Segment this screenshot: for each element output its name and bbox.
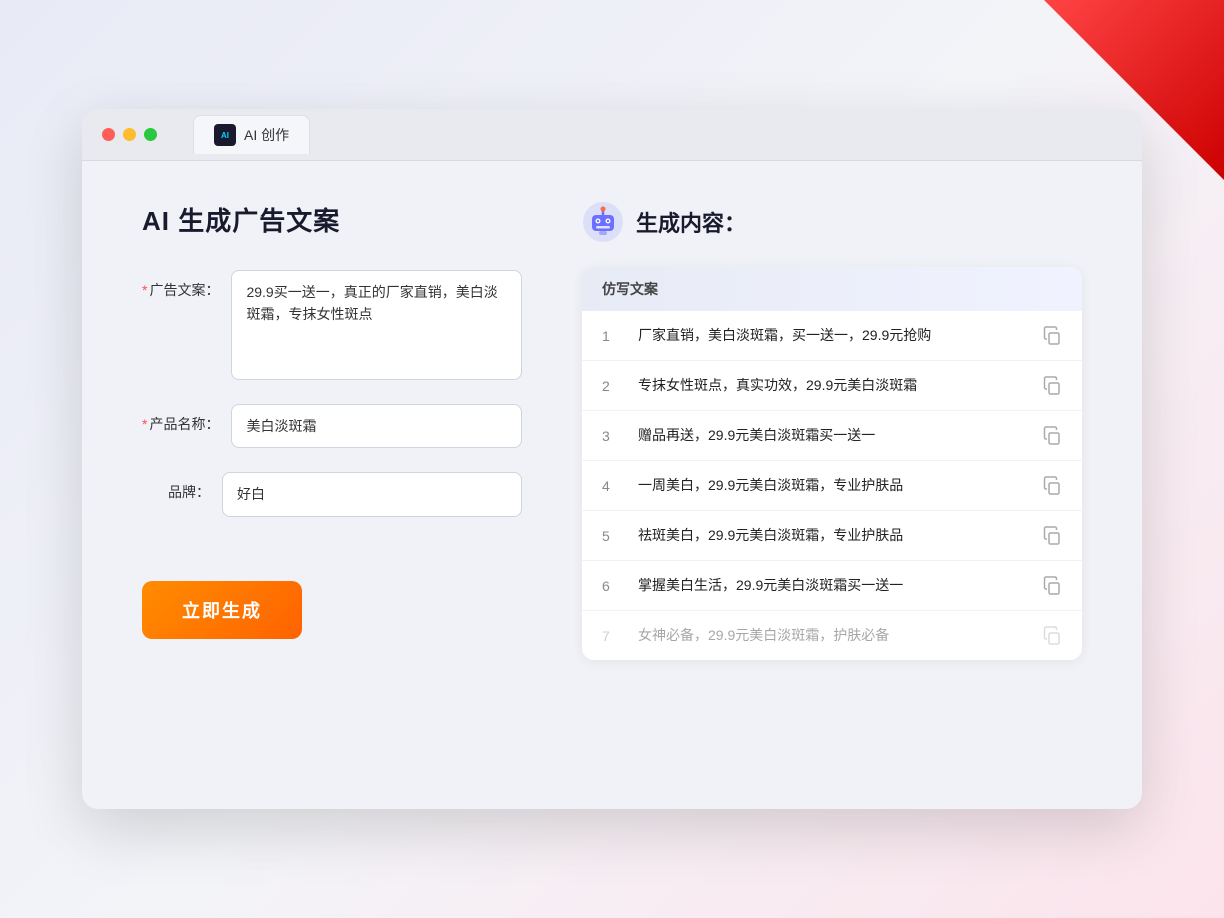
ad-copy-input[interactable] <box>231 270 522 380</box>
result-row: 2 专抹女性斑点，真实功效，29.9元美白淡斑霜 <box>582 361 1082 411</box>
copy-icon[interactable] <box>1042 576 1062 596</box>
result-text: 厂家直销，美白淡斑霜，买一送一，29.9元抢购 <box>638 325 1026 346</box>
main-content: AI 生成广告文案 *广告文案： *产品名称： 品牌： 立 <box>82 161 1142 700</box>
tab-area: AI 创作 <box>193 115 310 154</box>
page-title: AI 生成广告文案 <box>142 201 522 238</box>
maximize-button[interactable] <box>144 128 157 141</box>
result-row: 4 一周美白，29.9元美白淡斑霜，专业护肤品 <box>582 461 1082 511</box>
close-button[interactable] <box>102 128 115 141</box>
ad-copy-label: *广告文案： <box>142 270 231 300</box>
result-row: 6 掌握美白生活，29.9元美白淡斑霜买一送一 <box>582 561 1082 611</box>
result-number: 6 <box>602 578 622 594</box>
brand-label: 品牌： <box>142 472 222 502</box>
traffic-lights <box>102 128 157 141</box>
result-text: 专抹女性斑点，真实功效，29.9元美白淡斑霜 <box>638 375 1026 396</box>
result-text: 赠品再送，29.9元美白淡斑霜买一送一 <box>638 425 1026 446</box>
result-row: 7 女神必备，29.9元美白淡斑霜，护肤必备 <box>582 611 1082 660</box>
result-number: 2 <box>602 378 622 394</box>
brand-group: 品牌： <box>142 472 522 516</box>
product-name-label: *产品名称： <box>142 404 231 434</box>
product-name-input[interactable] <box>231 404 522 448</box>
copy-icon[interactable] <box>1042 626 1062 646</box>
ai-tab[interactable]: AI 创作 <box>193 115 310 154</box>
right-panel: 生成内容： 仿写文案 1 厂家直销，美白淡斑霜，买一送一，29.9元抢购 2 专抹女… <box>582 201 1082 660</box>
result-number: 4 <box>602 478 622 494</box>
result-number: 3 <box>602 428 622 444</box>
result-text: 女神必备，29.9元美白淡斑霜，护肤必备 <box>638 625 1026 646</box>
browser-window: AI 创作 AI 生成广告文案 *广告文案： *产品名称： <box>82 109 1142 809</box>
copy-icon[interactable] <box>1042 326 1062 346</box>
copy-icon[interactable] <box>1042 376 1062 396</box>
robot-icon <box>582 201 624 243</box>
product-name-group: *产品名称： <box>142 404 522 448</box>
copy-icon[interactable] <box>1042 526 1062 546</box>
results-column-header: 仿写文案 <box>582 267 1082 311</box>
result-text: 祛斑美白，29.9元美白淡斑霜，专业护肤品 <box>638 525 1026 546</box>
ad-copy-group: *广告文案： <box>142 270 522 380</box>
results-list: 1 厂家直销，美白淡斑霜，买一送一，29.9元抢购 2 专抹女性斑点，真实功效，29… <box>582 311 1082 660</box>
result-row: 1 厂家直销，美白淡斑霜，买一送一，29.9元抢购 <box>582 311 1082 361</box>
results-container: 仿写文案 1 厂家直销，美白淡斑霜，买一送一，29.9元抢购 2 专抹女性斑点，真实… <box>582 267 1082 660</box>
result-number: 5 <box>602 528 622 544</box>
title-bar: AI 创作 <box>82 109 1142 161</box>
results-section-title: 生成内容： <box>636 206 746 238</box>
generate-button[interactable]: 立即生成 <box>142 581 302 639</box>
result-text: 一周美白，29.9元美白淡斑霜，专业护肤品 <box>638 475 1026 496</box>
result-text: 掌握美白生活，29.9元美白淡斑霜买一送一 <box>638 575 1026 596</box>
brand-input[interactable] <box>222 472 522 516</box>
ad-copy-required: * <box>142 282 147 298</box>
minimize-button[interactable] <box>123 128 136 141</box>
result-number: 1 <box>602 328 622 344</box>
copy-icon[interactable] <box>1042 426 1062 446</box>
result-row: 5 祛斑美白，29.9元美白淡斑霜，专业护肤品 <box>582 511 1082 561</box>
results-header: 生成内容： <box>582 201 1082 243</box>
tab-label: AI 创作 <box>244 125 289 145</box>
copy-icon[interactable] <box>1042 476 1062 496</box>
product-name-required: * <box>142 416 147 432</box>
result-number: 7 <box>602 628 622 644</box>
left-panel: AI 生成广告文案 *广告文案： *产品名称： 品牌： 立 <box>142 201 522 660</box>
ai-tab-icon <box>214 124 236 146</box>
result-row: 3 赠品再送，29.9元美白淡斑霜买一送一 <box>582 411 1082 461</box>
